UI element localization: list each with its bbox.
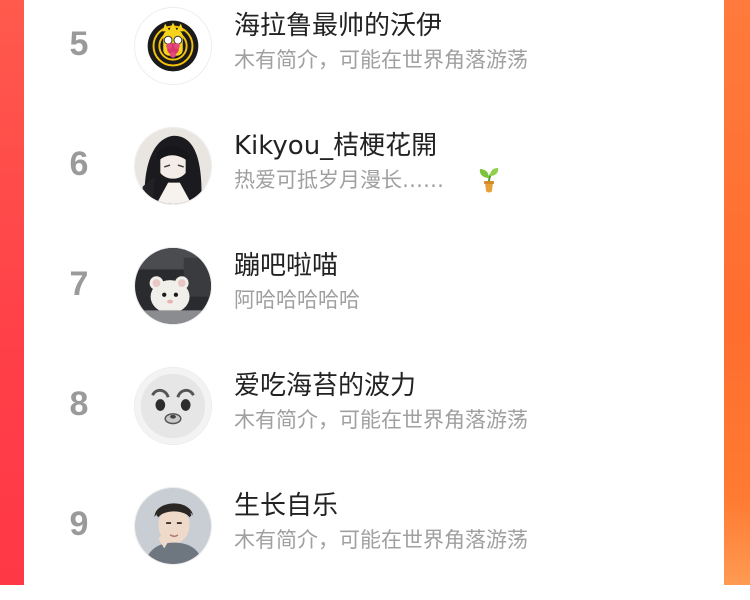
rank-number: 6: [69, 145, 89, 183]
user-bio: 木有简介，可能在世界角落游荡: [234, 528, 528, 552]
user-bio: 木有简介，可能在世界角落游荡: [234, 408, 528, 432]
rank-number: 8: [69, 385, 89, 423]
anime-girl-avatar[interactable]: [134, 127, 212, 205]
user-bio: 阿哈哈哈哈哈: [234, 288, 360, 312]
right-accent-bar: [724, 0, 750, 585]
left-accent-bar: [0, 0, 24, 585]
list-item-rank-5[interactable]: 5 海拉鲁最帅的沃伊 木有简介，可能在世界角落游荡: [24, 0, 724, 120]
user-bio: 木有简介，可能在世界角落游荡: [234, 48, 528, 72]
ranking-list: 5 海拉鲁最帅的沃伊 木有简介，可能在世界角落游荡 6 Kikyou_桔梗花開 …: [24, 0, 724, 585]
pixel-face-avatar[interactable]: [134, 367, 212, 445]
list-item-rank-7[interactable]: 7 蹦吧啦喵 阿哈哈哈哈哈: [24, 240, 724, 360]
user-name[interactable]: 蹦吧啦喵: [234, 250, 338, 282]
sprout-icon: [476, 166, 502, 194]
list-item-rank-6[interactable]: 6 Kikyou_桔梗花開 热爱可抵岁月漫长……: [24, 120, 724, 240]
portrait-avatar[interactable]: [134, 487, 212, 565]
user-name[interactable]: 生长自乐: [234, 490, 338, 522]
list-item-rank-9[interactable]: 9 生长自乐 木有简介，可能在世界角落游荡: [24, 480, 724, 600]
rank-number: 9: [69, 505, 89, 543]
user-name[interactable]: 海拉鲁最帅的沃伊: [234, 10, 442, 42]
rank-number: 5: [69, 25, 89, 63]
list-item-rank-8[interactable]: 8 爱吃海苔的波力 木有简介，可能在世界角落游荡: [24, 360, 724, 480]
cartoon-avatar[interactable]: [134, 7, 212, 85]
user-bio: 热爱可抵岁月漫长……: [234, 168, 444, 192]
rank-number: 7: [69, 265, 89, 303]
white-mouse-avatar[interactable]: [134, 247, 212, 325]
user-name[interactable]: 爱吃海苔的波力: [234, 370, 416, 402]
user-name[interactable]: Kikyou_桔梗花開: [234, 130, 437, 162]
